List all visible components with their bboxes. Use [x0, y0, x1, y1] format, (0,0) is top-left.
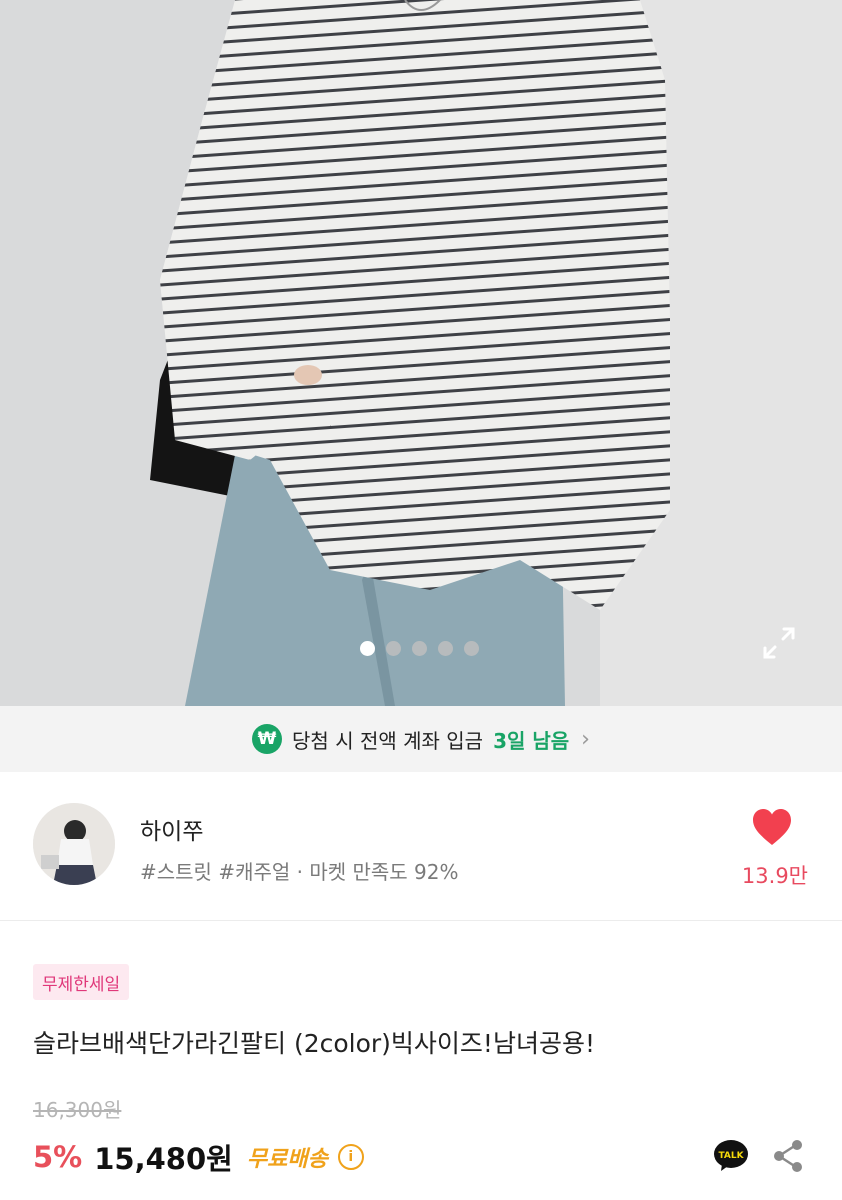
sale-price: 15,480원 — [94, 1142, 233, 1176]
heart-icon[interactable] — [751, 807, 793, 847]
cashback-banner[interactable]: ₩ 당첨 시 전액 계좌 입금 3일 남음 › — [0, 706, 842, 772]
carousel-dot[interactable] — [464, 641, 479, 656]
shop-name[interactable]: 하이쭈 — [140, 812, 203, 846]
banner-remaining: 3일 남음 — [493, 728, 570, 753]
carousel-dot[interactable] — [412, 641, 427, 656]
sale-badge: 무제한세일 — [33, 964, 130, 1000]
won-icon: ₩ — [252, 724, 283, 754]
banner-text: 당첨 시 전액 계좌 입금 — [292, 728, 484, 753]
product-image-carousel[interactable] — [0, 0, 842, 706]
expand-icon[interactable] — [760, 624, 798, 662]
product-title: 슬라브배색단가라긴팔티 (2color)빅사이즈!남녀공용! — [33, 1029, 595, 1058]
chevron-right-icon: › — [581, 726, 590, 752]
carousel-dot[interactable] — [386, 641, 401, 656]
shop-info: 하이쭈 #스트릿 #캐주얼 · 마켓 만족도 92% 13.9만 — [0, 772, 842, 921]
carousel-dot[interactable] — [360, 641, 375, 656]
like-count: 13.9만 — [741, 864, 808, 888]
price-row: 5% 15,480원 무료배송 i — [33, 1136, 364, 1178]
discount-rate: 5% — [33, 1140, 83, 1174]
share-icon[interactable] — [772, 1139, 804, 1173]
shop-tags: #스트릿 #캐주얼 · 마켓 만족도 92% — [140, 860, 459, 884]
free-shipping-label: 무료배송 — [246, 1147, 328, 1172]
shop-avatar[interactable] — [33, 803, 115, 885]
product-photo — [0, 0, 842, 706]
original-price: 16,300원 — [33, 1098, 122, 1122]
carousel-dot[interactable] — [438, 641, 453, 656]
kakao-talk-icon[interactable]: TALK — [713, 1137, 749, 1173]
carousel-indicators — [360, 641, 479, 656]
svg-text:TALK: TALK — [718, 1151, 744, 1161]
info-icon[interactable]: i — [337, 1144, 364, 1170]
